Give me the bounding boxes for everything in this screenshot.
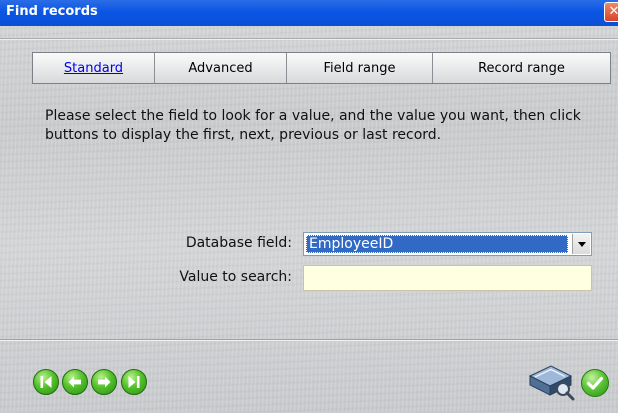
database-field-select[interactable]: EmployeeID	[303, 232, 592, 256]
chevron-down-icon	[577, 241, 586, 247]
ok-button[interactable]	[581, 369, 609, 397]
close-button[interactable]: ✕	[604, 2, 618, 22]
value-to-search-input[interactable]	[303, 265, 592, 291]
database-field-label: Database field:	[150, 235, 292, 251]
first-record-icon	[40, 376, 52, 388]
next-record-button[interactable]	[91, 369, 117, 395]
header-divider	[0, 38, 618, 40]
last-record-icon	[128, 376, 140, 388]
tab-advanced[interactable]: Advanced	[155, 53, 287, 83]
previous-record-button[interactable]	[62, 369, 88, 395]
tab-field-range[interactable]: Field range	[287, 53, 433, 83]
dropdown-arrow-button[interactable]	[572, 234, 590, 254]
close-icon: ✕	[608, 4, 618, 19]
find-records-window: Find records ✕ Standard Advanced Field r…	[0, 0, 618, 413]
footer-divider	[0, 339, 618, 341]
next-record-icon	[98, 376, 111, 388]
title-bar: Find records ✕	[0, 0, 618, 26]
last-record-button[interactable]	[121, 369, 147, 395]
previous-record-icon	[68, 376, 81, 388]
database-search-icon[interactable]	[527, 362, 577, 402]
tab-standard[interactable]: Standard	[33, 53, 155, 83]
value-to-search-label-text: Value to search:	[179, 269, 292, 285]
database-field-selected-value: EmployeeID	[306, 235, 568, 253]
tab-record-range[interactable]: Record range	[433, 53, 610, 83]
checkmark-icon	[586, 376, 604, 390]
value-to-search-label: Value to search:	[150, 269, 292, 285]
tab-bar: Standard Advanced Field range Record ran…	[32, 52, 611, 84]
database-field-label-text: Database field:	[185, 235, 292, 251]
window-title: Find records	[6, 4, 98, 19]
first-record-button[interactable]	[33, 369, 59, 395]
instructions-text: Please select the field to look for a va…	[45, 108, 581, 143]
